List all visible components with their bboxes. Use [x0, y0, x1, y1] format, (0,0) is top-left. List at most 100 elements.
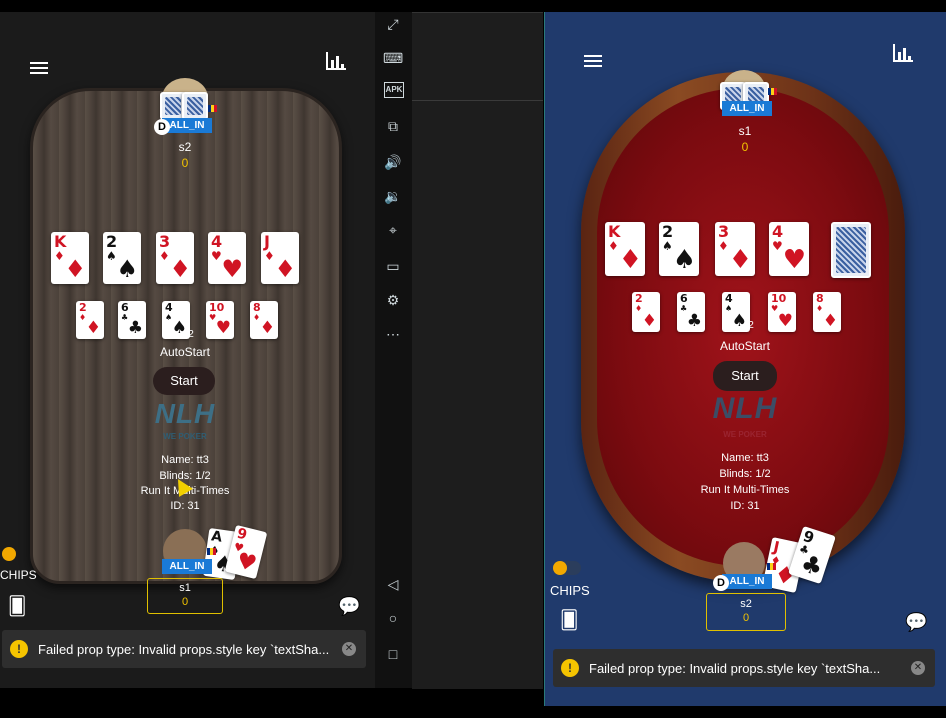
back-icon[interactable]: ◁: [383, 574, 403, 594]
table-name: Name: tt3: [161, 454, 209, 466]
card-suit: ♦: [259, 318, 275, 338]
folder-icon[interactable]: ▭: [383, 256, 403, 276]
card-suit-small: ♠: [106, 249, 117, 263]
emulator-toolbar: ⤢ ⌨ APK ⧉ 🔊 🔉 ⌖ ▭ ⚙ ⋯ ◁ ○ □: [375, 12, 413, 688]
volume-down-icon[interactable]: 🔉: [383, 186, 403, 206]
card-suit: ♣: [127, 318, 143, 338]
playing-card: 2 ♦ ♦: [76, 301, 104, 339]
error-toast[interactable]: ! Failed prop type: Invalid props.style …: [553, 649, 935, 687]
chips-toggle-icon[interactable]: [2, 547, 16, 561]
card-suit-small: ♠: [662, 239, 673, 253]
card-suit-small: ♦: [608, 239, 619, 253]
logo-subtitle: WE POKER: [723, 430, 767, 439]
card-back: [182, 92, 208, 120]
stats-icon[interactable]: [326, 52, 346, 70]
seat-box[interactable]: s2 0: [706, 593, 786, 631]
volume-up-icon[interactable]: 🔊: [383, 152, 403, 172]
nlh-logo: NLH: [154, 398, 216, 429]
close-icon[interactable]: ✕: [342, 642, 356, 656]
playing-card: 4 ♥ ♥: [769, 222, 809, 276]
seat-chips: 0: [181, 156, 189, 170]
card-suit: ♥: [215, 318, 231, 338]
status-badge: ALL_IN: [722, 101, 772, 116]
card-suit: ♦: [85, 318, 101, 338]
card-suit: ♦: [618, 245, 642, 275]
playing-card: J ♦ ♦: [261, 232, 299, 284]
table-blinds: Blinds: 1/2: [719, 468, 771, 480]
playing-card: K ♦ ♦: [605, 222, 645, 276]
start-button[interactable]: Start: [713, 361, 777, 391]
chat-icon[interactable]: 💬: [338, 596, 362, 616]
card-back: [831, 222, 871, 278]
menu-icon[interactable]: [30, 59, 48, 77]
autostart-label: AutoStart: [719, 339, 771, 353]
status-badge: ALL_IN: [722, 574, 772, 589]
playing-card: 6 ♣ ♣: [118, 301, 146, 339]
keyboard-icon[interactable]: ⌨: [383, 48, 403, 68]
stats-icon[interactable]: [893, 44, 913, 62]
status-badge: ALL_IN: [162, 559, 212, 574]
card-suit: ♠: [672, 245, 696, 275]
card-suit: ♣: [686, 311, 702, 331]
seat-name: s1: [738, 124, 752, 138]
copy-icon[interactable]: ⧉: [383, 116, 403, 136]
card-suit-small: ♦: [264, 249, 275, 263]
table-id: ID: 31: [730, 500, 760, 512]
playing-card: 2 ♦ ♦: [632, 292, 660, 332]
seat-chips: 0: [181, 596, 189, 608]
chat-icon[interactable]: 💬: [905, 612, 931, 634]
logo-subtitle: WE POKER: [163, 432, 207, 441]
autostart-label: AutoStart: [159, 345, 211, 359]
card-suit-small: ♦: [718, 239, 729, 253]
seat-name: s2: [178, 140, 192, 154]
card-suit: ♦: [274, 255, 296, 283]
playing-card: 8 ♦ ♦: [813, 292, 841, 332]
card-suit-small: ♥: [211, 249, 222, 263]
playing-card: 6 ♣ ♣: [677, 292, 705, 332]
seat-name: s1: [179, 582, 191, 594]
card-suit: ♦: [169, 255, 191, 283]
card-suit-small: ♦: [159, 249, 170, 263]
error-toast[interactable]: ! Failed prop type: Invalid props.style …: [2, 630, 366, 668]
cards-icon[interactable]: 🂠: [560, 610, 584, 632]
settings-icon[interactable]: ⚙: [383, 290, 403, 310]
start-button[interactable]: Start: [153, 367, 215, 395]
card-suit: ♥: [221, 255, 243, 283]
left-emulator-screen: ALL_IN D s2 0 K ♦ ♦ 2 ♠ ♠ 3 ♦ ♦ 4 ♥ ♥ J ♦ ♦ 2 ♦ ♦ 6 ♣ ♣ 4 ♠ ♠ 1…: [0, 12, 375, 688]
playing-card: 2 ♠ ♠: [103, 232, 141, 284]
card-suit: ♥: [777, 311, 793, 331]
card-suit: ♦: [728, 245, 752, 275]
warning-icon: !: [561, 659, 579, 677]
chips-toggle-icon[interactable]: [553, 561, 581, 575]
playing-card: K ♦ ♦: [51, 232, 89, 284]
seat-chips: 0: [741, 140, 749, 154]
desktop-gap: [412, 12, 543, 689]
flag-icon: [208, 105, 217, 112]
close-icon[interactable]: ✕: [911, 661, 925, 675]
playing-card: 4 ♥ ♥: [208, 232, 246, 284]
card-suit: ♦: [64, 255, 86, 283]
menu-icon[interactable]: [584, 52, 602, 70]
more-icon[interactable]: ⋯: [383, 324, 403, 344]
location-icon[interactable]: ⌖: [383, 220, 403, 240]
toast-message: Failed prop type: Invalid props.style ke…: [38, 641, 330, 657]
pot-fragment: 2: [748, 320, 754, 331]
recents-icon[interactable]: □: [383, 644, 403, 664]
table-id: ID: 31: [170, 500, 200, 512]
card-suit-small: ♦: [54, 249, 65, 263]
pot-fragment: 2: [188, 329, 194, 340]
dealer-button: D: [154, 119, 170, 135]
playing-card: 3 ♦ ♦: [156, 232, 194, 284]
seat-box[interactable]: s1 0: [147, 578, 223, 614]
card-suit: ♦: [641, 311, 657, 331]
card-suit: ♦: [822, 311, 838, 331]
playing-card: 10 ♥ ♥: [206, 301, 234, 339]
card-suit: ♥: [233, 548, 260, 578]
chips-label[interactable]: CHIPS: [0, 568, 38, 582]
right-emulator-screen: ALL_IN s1 0 K ♦ ♦ 2 ♠ ♠ 3 ♦ ♦ 4 ♥ ♥ 2 ♦ ♦ 6 ♣ ♣ 4 ♠ ♠ 10 ♥ ♥ 8 ♦…: [544, 12, 946, 706]
chips-label[interactable]: CHIPS: [550, 583, 596, 598]
fullscreen-icon[interactable]: ⤢: [383, 14, 403, 34]
apk-icon[interactable]: APK: [384, 82, 404, 98]
home-icon[interactable]: ○: [383, 608, 403, 628]
cards-icon[interactable]: 🂠: [8, 596, 30, 616]
